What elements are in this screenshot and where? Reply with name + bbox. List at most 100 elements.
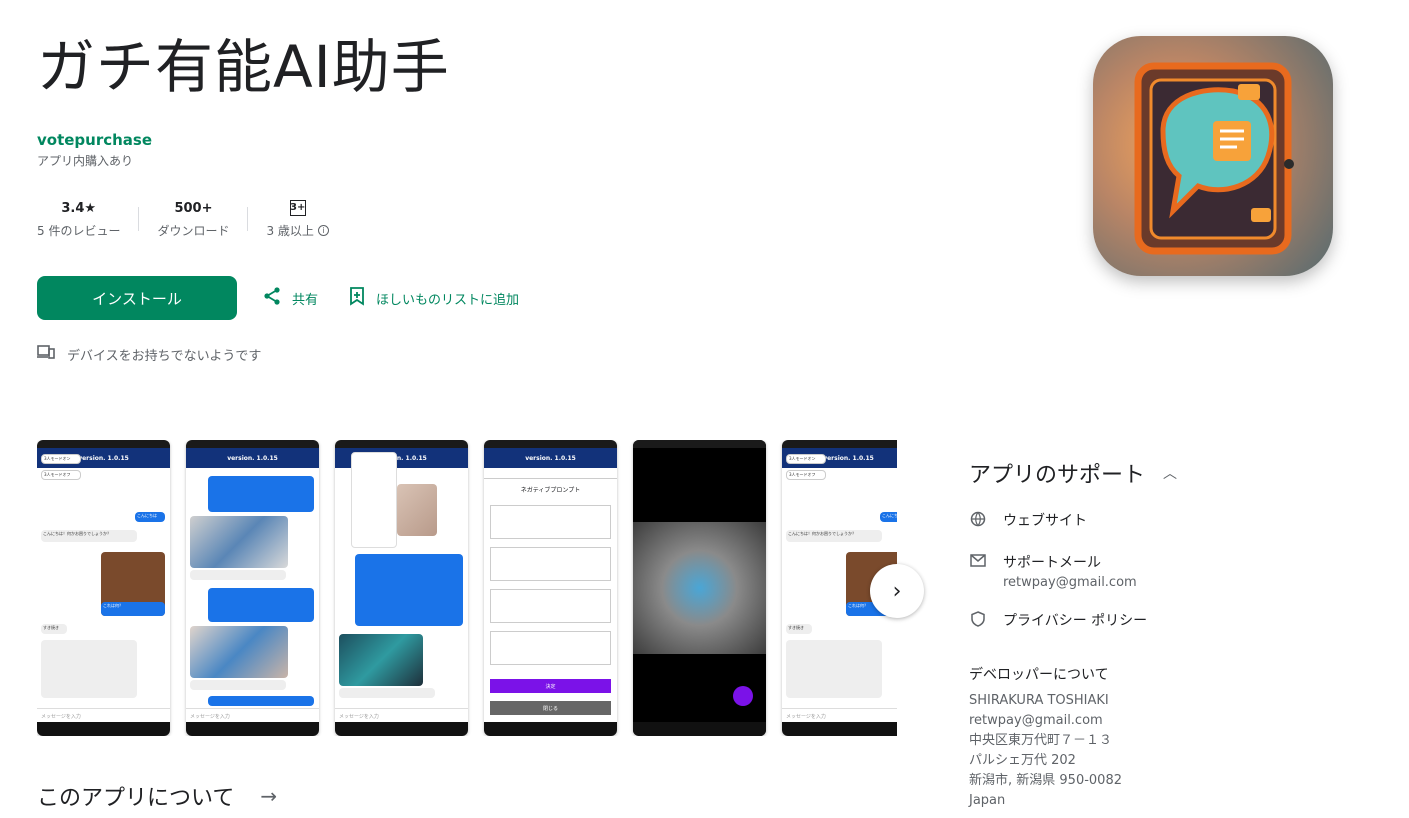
age-stat[interactable]: 3+ 3 歳以上 i (266, 199, 329, 239)
bot-bubble (190, 570, 286, 580)
screenshot-4[interactable]: version. 1.0.15 ネガティブプロンプト 決定 閉じる (484, 440, 617, 736)
bot-bubble (339, 688, 435, 698)
copy-fab (733, 686, 753, 706)
user-bubble: こんにちは (135, 512, 165, 522)
prompt-box (490, 589, 611, 623)
dropdown-item: 3人モードオフ (786, 470, 826, 480)
rating-value: 3.4★ (61, 200, 97, 216)
support-section: アプリのサポート ︿ ウェブサイト サポートメール retwpay@gmail.… (969, 458, 1369, 630)
generated-image (339, 634, 423, 686)
support-header[interactable]: アプリのサポート ︿ (969, 458, 1369, 488)
support-website-link[interactable]: ウェブサイト (969, 510, 1369, 530)
wishlist-button[interactable]: ほしいものリストに追加 (348, 286, 519, 310)
status-bar (782, 440, 897, 448)
nav-bar (782, 722, 897, 736)
prompt-box (490, 631, 611, 665)
rating-stat[interactable]: 3.4★ 5 件のレビュー (37, 199, 120, 239)
message-input: メッセージを入力 (37, 708, 170, 722)
developer-email: retwpay@gmail.com (969, 713, 1103, 728)
app-header: version. 1.0.15 (484, 448, 617, 468)
nav-bar (335, 722, 468, 736)
dropdown-item: 3人モードオン (786, 454, 826, 464)
chevron-right-icon: › (892, 578, 902, 604)
developer-country: Japan (969, 793, 1006, 808)
modal-title: ネガティブプロンプト (520, 487, 581, 494)
stat-divider (247, 207, 249, 231)
app-stats: 3.4★ 5 件のレビュー 500+ ダウンロード 3+ 3 歳以上 i (37, 199, 329, 239)
chevron-up-icon: ︿ (1163, 466, 1178, 482)
nav-bar (633, 722, 766, 736)
devices-icon (37, 344, 55, 364)
dropdown-item: 3人モードオフ (41, 470, 81, 480)
app-header: version. 1.0.15 (186, 448, 319, 468)
info-icon[interactable]: i (317, 225, 329, 236)
prompt-box (490, 505, 611, 539)
user-bubble (355, 554, 463, 626)
bot-bubble: こんにちは！何かお困りでしょうか？ (786, 530, 882, 542)
app-title: ガチ有能AI助手 (37, 33, 450, 101)
support-email-link[interactable]: サポートメール retwpay@gmail.com (969, 552, 1369, 590)
developer-info: SHIRAKURA TOSHIAKI retwpay@gmail.com 中央区… (969, 691, 1122, 811)
nav-bar (37, 722, 170, 736)
arrow-right-icon: → (260, 784, 278, 808)
bookmark-add-icon (348, 286, 366, 310)
bot-bubble: こんにちは！何かお困りでしょうか？ (41, 530, 137, 542)
bot-bubble (190, 680, 286, 690)
age-label: 3 歳以上 (266, 224, 314, 238)
bot-bubble (786, 640, 882, 698)
device-note: デバイスをお持ちでないようです (37, 344, 261, 364)
developer-link[interactable]: votepurchase (37, 131, 152, 149)
developer-address-line: パルシェ万代 202 (969, 753, 1076, 768)
bot-bubble: すき焼き (786, 624, 812, 634)
dropdown-item: 3人モードオン (41, 454, 81, 464)
share-button[interactable]: 共有 (262, 286, 318, 310)
developer-address-line: 中央区東万代町７－１３ (969, 733, 1113, 748)
status-bar (37, 440, 170, 448)
about-app-link[interactable]: このアプリについて → (37, 780, 277, 812)
user-bubble: これは何？ (101, 602, 165, 616)
website-label: ウェブサイト (1003, 513, 1087, 529)
privacy-policy-link[interactable]: プライバシー ポリシー (969, 610, 1369, 630)
screenshot-3[interactable]: version. 1.0.15 メッセージを入力 (335, 440, 468, 736)
user-bubble (208, 588, 314, 622)
wishlist-label: ほしいものリストに追加 (376, 292, 520, 308)
stat-divider (138, 207, 140, 231)
user-bubble (208, 476, 314, 512)
support-title: アプリのサポート (969, 463, 1146, 488)
modal-panel: ネガティブプロンプト 決定 閉じる (484, 478, 617, 722)
install-button[interactable]: インストール (37, 276, 237, 320)
in-app-purchase-note: アプリ内購入あり (37, 154, 134, 168)
rating-label: 5 件のレビュー (37, 224, 121, 238)
shield-icon (969, 610, 987, 628)
screenshot-1[interactable]: version. 1.0.15 3人モードオン 3人モードオフ こんにちは こん… (37, 440, 170, 736)
carousel-next-button[interactable]: › (870, 564, 924, 618)
developer-address-line: 新潟市, 新潟県 950-0082 (969, 773, 1122, 788)
status-bar (186, 440, 319, 448)
user-bubble (208, 696, 314, 706)
modal-close-button: 閉じる (490, 701, 611, 715)
message-input: メッセージを入力 (335, 708, 468, 722)
generated-image (190, 516, 288, 568)
developer-about-heading: デベロッパーについて (969, 667, 1109, 683)
support-email-label: サポートメール (1003, 555, 1101, 571)
generated-image (190, 626, 288, 678)
share-label: 共有 (292, 292, 319, 308)
device-note-text: デバイスをお持ちでないようです (67, 348, 262, 364)
prompt-box (490, 547, 611, 581)
generated-image (633, 522, 766, 654)
status-bar (335, 440, 468, 448)
screenshot-2[interactable]: version. 1.0.15 メッセージを入力 (186, 440, 319, 736)
message-input: メッセージを入力 (186, 708, 319, 722)
generated-image (397, 484, 437, 536)
downloads-stat: 500+ ダウンロード (157, 199, 229, 239)
status-bar (484, 440, 617, 448)
downloads-label: ダウンロード (157, 224, 230, 238)
user-bubble: こんにちは (880, 512, 897, 522)
status-bar (633, 440, 766, 448)
downloads-value: 500+ (174, 200, 213, 216)
style-menu (351, 452, 397, 548)
screenshot-5[interactable] (633, 440, 766, 736)
app-icon (1093, 36, 1333, 276)
modal-submit-button: 決定 (490, 679, 611, 693)
screenshot-carousel[interactable]: version. 1.0.15 3人モードオン 3人モードオフ こんにちは こん… (37, 440, 897, 736)
